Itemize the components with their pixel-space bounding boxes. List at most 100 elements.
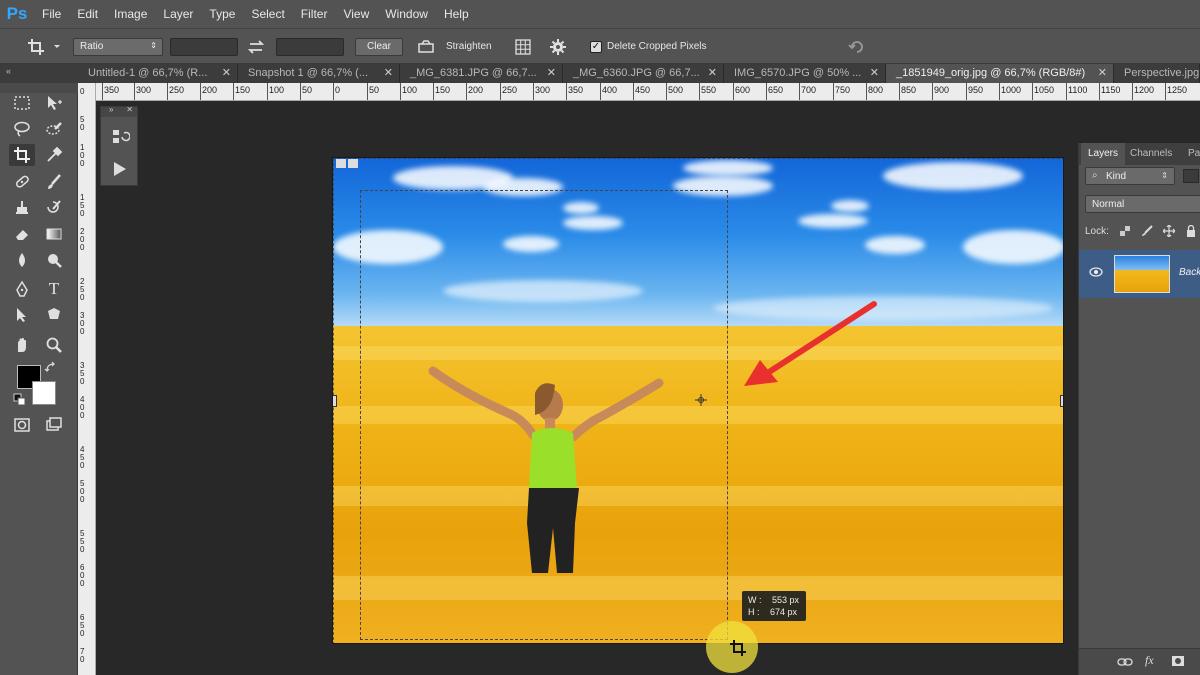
delete-cropped-checkbox[interactable]: ✓ [590,41,602,59]
tab-paths[interactable]: Pa [1181,143,1200,165]
menu-layer[interactable]: Layer [155,0,201,28]
type-tool-icon[interactable]: T [41,278,67,300]
menu-image[interactable]: Image [106,0,155,28]
clone-stamp-icon[interactable] [9,197,35,219]
blur-icon[interactable] [9,249,35,271]
tab-label: _MG_6381.JPG @ 66,7... [410,67,537,79]
close-icon[interactable]: ✕ [384,64,393,83]
crop-handle-left[interactable] [333,395,337,407]
default-colors-icon[interactable] [13,393,27,407]
tab-mg-6381[interactable]: _MG_6381.JPG @ 66,7... ✕ [400,64,563,83]
eye-visibility-icon[interactable] [1089,266,1103,278]
layers-panel: Layers Channels Pa ⌕ Kind ⇕ Normal Lock:… [1078,143,1200,675]
play-action-icon[interactable] [110,159,130,179]
menu-type[interactable]: Type [201,0,243,28]
blend-mode-value: Normal [1092,199,1125,210]
lock-all-icon[interactable] [1185,225,1197,237]
overlay-grid-icon[interactable] [513,38,533,56]
eyedropper-icon[interactable] [41,144,67,166]
custom-shape-icon[interactable] [41,304,67,326]
ruler-label: 0 [335,85,341,95]
tab-untitled-1[interactable]: Untitled-1 @ 66,7% (R... ✕ [78,64,238,83]
path-selection-icon[interactable] [9,304,35,326]
close-icon[interactable]: ✕ [222,64,231,83]
rectangular-marquee-icon[interactable] [9,92,35,114]
close-icon[interactable]: ✕ [870,64,879,83]
ruler-label: 0 [80,461,85,470]
lock-image-brush-icon[interactable] [1141,225,1153,237]
menu-help[interactable]: Help [436,0,477,28]
ruler-label: 150 [435,85,451,95]
screen-mode-icon[interactable] [41,414,67,436]
tab-perspective[interactable]: Perspective.jpg [1114,64,1200,83]
tab-mg-6360[interactable]: _MG_6360.JPG @ 66,7... ✕ [563,64,724,83]
pen-icon[interactable] [9,278,35,300]
zoom-icon[interactable] [41,334,67,356]
swap-colors-icon[interactable] [44,361,58,375]
eraser-icon[interactable] [9,223,35,245]
move-tool-icon[interactable] [41,92,67,114]
straighten-icon[interactable] [416,38,436,56]
crop-tool-preset-picker[interactable] [24,36,64,58]
blend-mode-dropdown[interactable]: Normal [1085,195,1200,213]
tab-channels[interactable]: Channels [1123,143,1179,165]
document-canvas[interactable] [332,157,1064,644]
menu-filter[interactable]: Filter [293,0,336,28]
brush-icon[interactable] [41,171,67,193]
menu-file[interactable]: File [34,0,69,28]
tab-layers[interactable]: Layers [1081,143,1126,165]
ratio-dropdown[interactable]: Ratio ⇕ [73,38,163,56]
gear-icon[interactable] [548,38,568,56]
healing-brush-icon[interactable] [9,171,35,193]
tab-snapshot-1[interactable]: Snapshot 1 @ 66,7% (... ✕ [238,64,400,83]
document-info-icon[interactable] [336,159,358,169]
tab-bar-spacer: « [0,64,78,83]
close-icon[interactable]: ✕ [708,64,717,83]
straighten-button[interactable]: Straighten [446,38,492,56]
close-icon[interactable]: ✕ [1098,64,1107,83]
height-ratio-input[interactable] [276,38,344,56]
filter-kind-dropdown[interactable]: ⌕ Kind ⇕ [1085,167,1175,185]
filter-pixel-icon[interactable] [1183,169,1199,183]
crop-tool-icon[interactable] [9,144,35,166]
dodge-icon[interactable] [41,249,67,271]
gradient-icon[interactable] [41,223,67,245]
link-layers-icon[interactable] [1117,656,1133,668]
lasso-icon[interactable] [9,118,35,140]
tab-label: _MG_6360.JPG @ 66,7... [573,67,700,79]
clear-button[interactable]: Clear [355,38,403,56]
hand-icon[interactable] [9,334,35,356]
history-icon[interactable] [110,127,130,147]
history-brush-icon[interactable] [41,197,67,219]
ruler-label: 300 [535,85,551,95]
width-label: W : [748,595,762,605]
tab-1851949-orig[interactable]: _1851949_orig.jpg @ 66,7% (RGB/8#) ✕ [886,64,1114,83]
menu-edit[interactable]: Edit [69,0,106,28]
close-icon[interactable]: ✕ [126,105,133,114]
crop-selection-box[interactable] [360,190,728,640]
collapse-double-arrow-icon[interactable]: « [6,66,11,76]
tab-img-6570[interactable]: IMG_6570.JPG @ 50% ... ✕ [724,64,886,83]
background-color-swatch[interactable] [32,381,56,405]
expand-double-arrow-icon[interactable]: » [109,105,113,114]
menu-view[interactable]: View [335,0,377,28]
crop-handle-right[interactable] [1060,395,1063,407]
mini-panel-header[interactable]: » ✕ [101,105,137,117]
fx-icon[interactable]: fx [1145,653,1154,668]
layer-row-background[interactable]: Back [1079,250,1200,298]
quick-mask-icon[interactable] [9,414,35,436]
quick-selection-icon[interactable] [41,118,67,140]
photoshop-window: Ps File Edit Image Layer Type Select Fil… [0,0,1200,675]
red-arrow-annotation [744,301,877,386]
menu-select[interactable]: Select [243,0,292,28]
horizontal-ruler[interactable]: 350 300 250 200 150 100 50 0 50 100 150 … [96,83,1200,101]
swap-dimensions-icon[interactable] [246,38,266,56]
menu-window[interactable]: Window [377,0,436,28]
width-ratio-input[interactable] [170,38,238,56]
close-icon[interactable]: ✕ [547,64,556,83]
add-mask-icon[interactable] [1171,655,1185,667]
vertical-ruler[interactable]: 0 5 0 1 0 0 1 5 0 2 0 0 2 5 0 3 0 0 3 5 … [78,83,96,675]
lock-position-move-icon[interactable] [1163,225,1175,237]
reset-crop-icon[interactable] [846,38,868,56]
lock-transparent-icon[interactable] [1119,225,1131,237]
